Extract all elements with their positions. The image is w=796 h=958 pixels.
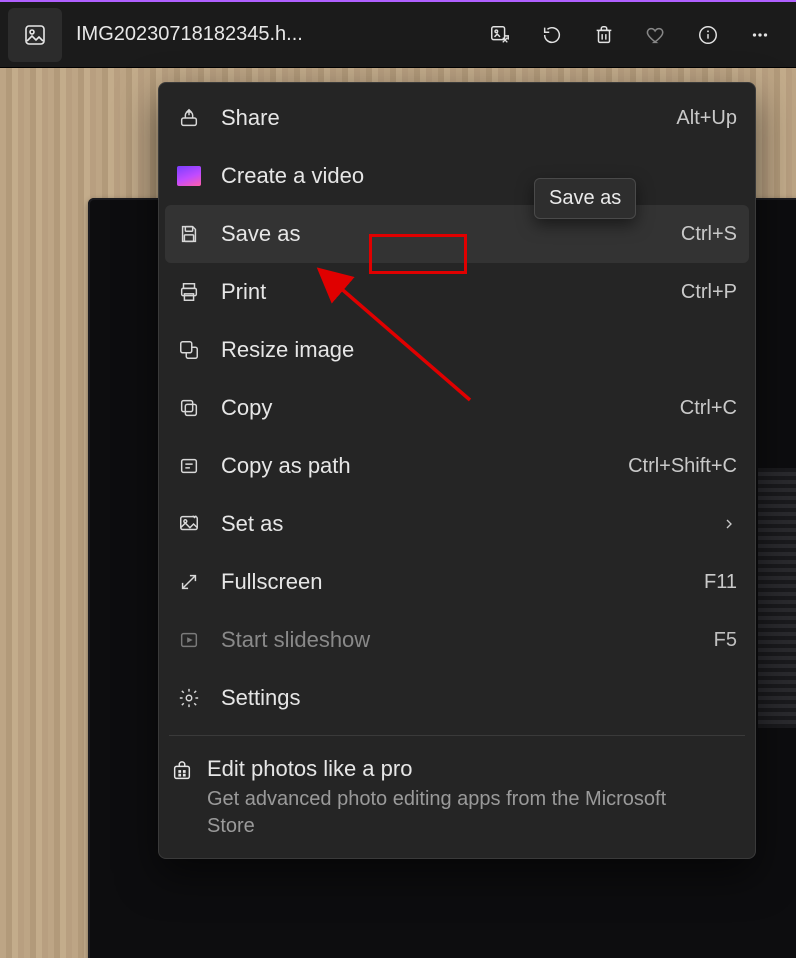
menu-item-copy-as-path[interactable]: Copy as path Ctrl+Shift+C <box>159 437 755 495</box>
menu-label: Settings <box>221 685 737 711</box>
trash-icon <box>593 24 615 46</box>
title-bar: IMG20230718182345.h... <box>0 0 796 68</box>
menu-label: Start slideshow <box>221 627 700 653</box>
save-icon <box>171 216 207 252</box>
app-icon[interactable] <box>8 8 62 62</box>
slideshow-icon <box>171 622 207 658</box>
menu-shortcut: Ctrl+Shift+C <box>628 455 737 478</box>
menu-item-settings[interactable]: Settings <box>159 669 755 727</box>
menu-label: Fullscreen <box>221 569 690 595</box>
edit-image-icon <box>489 24 511 46</box>
info-button[interactable] <box>686 13 730 57</box>
title-actions <box>478 13 782 57</box>
edit-image-button[interactable] <box>478 13 522 57</box>
more-context-menu: Share Alt+Up Create a video Save as Ctrl… <box>158 82 756 859</box>
menu-label: Copy as path <box>221 453 614 479</box>
set-as-icon <box>171 506 207 542</box>
favorite-button[interactable] <box>634 13 678 57</box>
more-button[interactable] <box>738 13 782 57</box>
menu-shortcut: F11 <box>704 571 737 594</box>
delete-button[interactable] <box>582 13 626 57</box>
menu-label: Copy <box>221 395 666 421</box>
chevron-right-icon <box>721 516 737 532</box>
menu-item-share[interactable]: Share Alt+Up <box>159 89 755 147</box>
info-icon <box>697 24 719 46</box>
resize-icon <box>171 332 207 368</box>
menu-label: Set as <box>221 511 707 537</box>
menu-shortcut: Ctrl+P <box>681 281 737 304</box>
print-icon <box>171 274 207 310</box>
menu-shortcut: Ctrl+C <box>680 397 737 420</box>
promo-subtitle: Get advanced photo editing apps from the… <box>207 786 717 840</box>
menu-label: Resize image <box>221 337 737 363</box>
copy-path-icon <box>171 448 207 484</box>
menu-shortcut: Alt+Up <box>676 107 737 130</box>
heart-icon <box>645 24 667 46</box>
menu-item-set-as[interactable]: Set as <box>159 495 755 553</box>
menu-label: Print <box>221 279 667 305</box>
rotate-icon <box>541 24 563 46</box>
gear-icon <box>171 680 207 716</box>
menu-item-edit-pro[interactable]: Edit photos like a pro Get advanced phot… <box>159 744 755 840</box>
tooltip-save-as: Save as <box>534 178 636 219</box>
rotate-button[interactable] <box>530 13 574 57</box>
menu-item-copy[interactable]: Copy Ctrl+C <box>159 379 755 437</box>
menu-separator <box>169 735 745 736</box>
menu-shortcut: Ctrl+S <box>681 223 737 246</box>
file-title: IMG20230718182345.h... <box>76 23 303 46</box>
menu-item-save-as[interactable]: Save as Ctrl+S <box>165 205 749 263</box>
promo-text: Edit photos like a pro Get advanced phot… <box>207 756 717 840</box>
menu-item-fullscreen[interactable]: Fullscreen F11 <box>159 553 755 611</box>
more-icon <box>749 24 771 46</box>
copy-icon <box>171 390 207 426</box>
menu-item-print[interactable]: Print Ctrl+P <box>159 263 755 321</box>
store-icon <box>171 760 193 782</box>
menu-item-slideshow: Start slideshow F5 <box>159 611 755 669</box>
menu-item-create-video[interactable]: Create a video <box>159 147 755 205</box>
menu-label: Share <box>221 105 662 131</box>
menu-shortcut: F5 <box>714 629 737 652</box>
menu-label: Save as <box>221 221 667 247</box>
clipchamp-icon <box>171 158 207 194</box>
fullscreen-icon <box>171 564 207 600</box>
promo-title: Edit photos like a pro <box>207 756 717 782</box>
menu-label: Create a video <box>221 163 737 189</box>
photos-app-icon <box>23 23 47 47</box>
share-icon <box>171 100 207 136</box>
menu-item-resize[interactable]: Resize image <box>159 321 755 379</box>
tooltip-text: Save as <box>549 187 621 209</box>
